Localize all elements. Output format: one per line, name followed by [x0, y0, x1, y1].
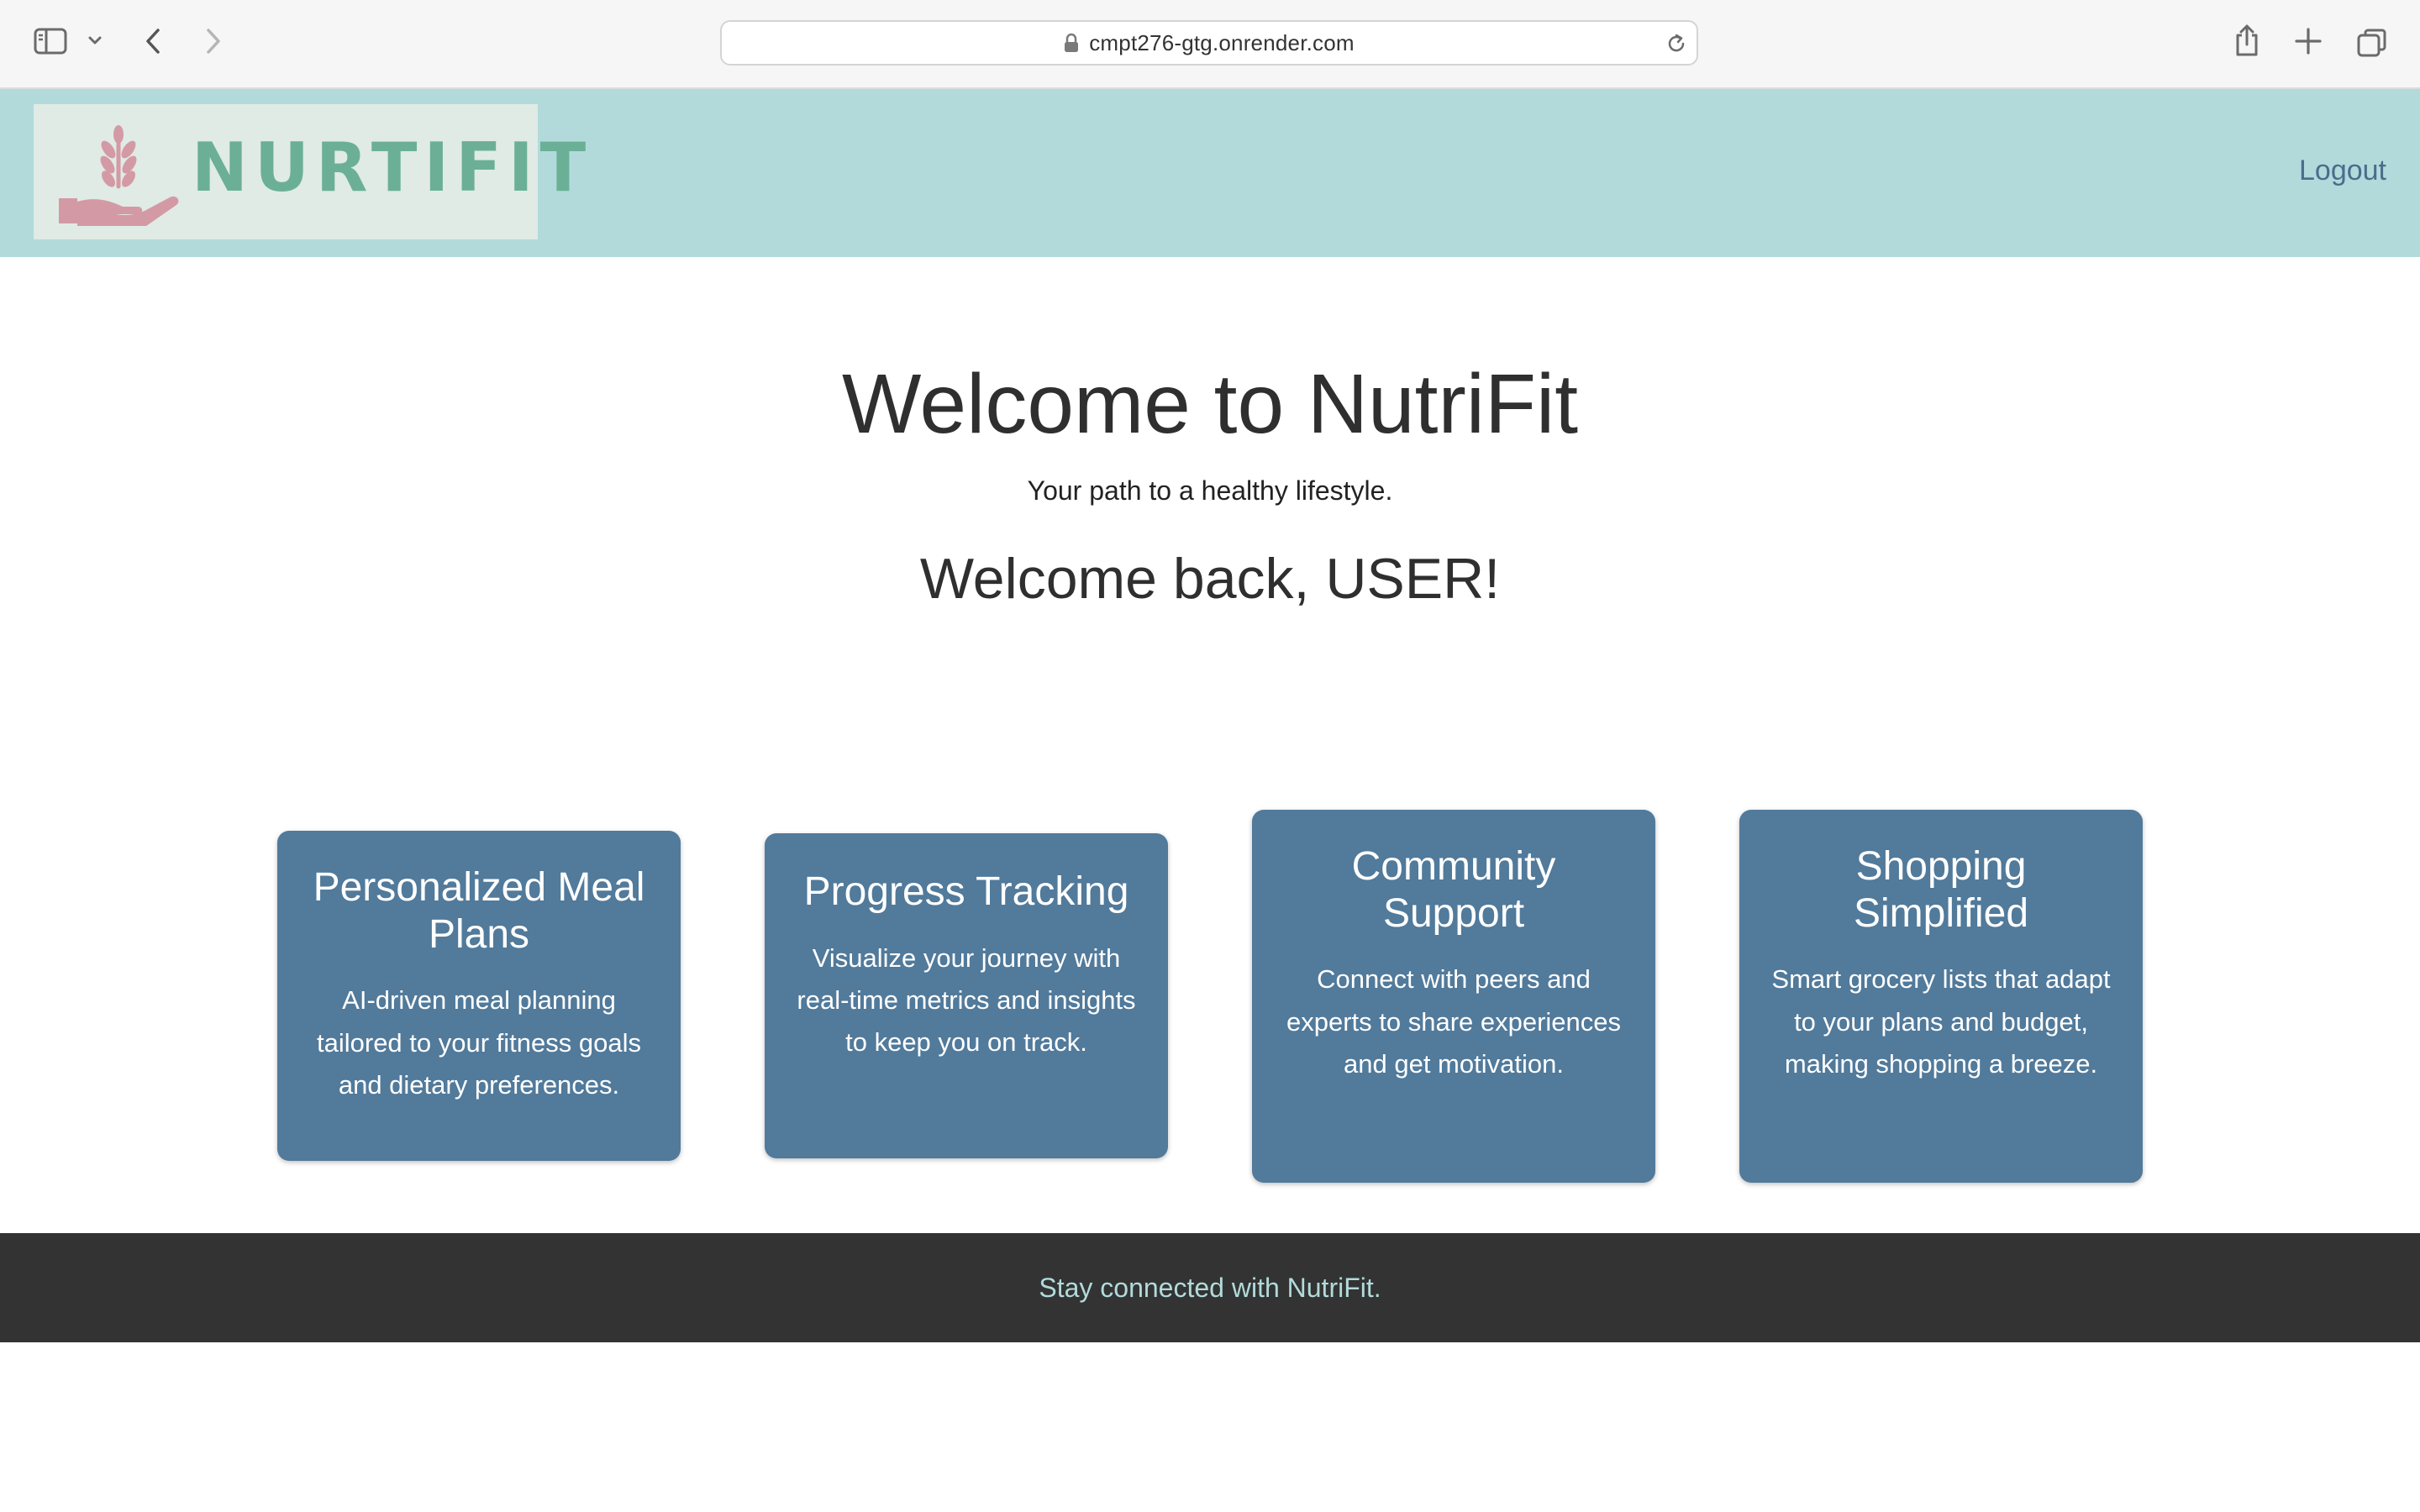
- reload-icon[interactable]: [1665, 32, 1688, 55]
- plus-icon[interactable]: [2294, 27, 2323, 55]
- welcome-back-message: Welcome back, USER!: [919, 547, 1501, 611]
- page-subtitle: Your path to a healthy lifestyle.: [1027, 475, 1393, 506]
- logo-wordmark: NURTIFIT: [192, 129, 593, 207]
- share-icon[interactable]: [2232, 24, 2262, 57]
- address-bar[interactable]: cmpt276-gtg.onrender.com: [720, 20, 1698, 66]
- site-footer: Stay connected with NutriFit.: [0, 1233, 2420, 1342]
- browser-toolbar: cmpt276-gtg.onrender.com: [0, 0, 2420, 89]
- feature-card-title: Personalized Meal Plans: [313, 865, 645, 957]
- site-header: NURTIFIT Logout: [0, 89, 2420, 257]
- feature-card-progress-tracking: Progress Tracking Visualize your journey…: [765, 833, 1168, 1158]
- tabs-icon[interactable]: [2356, 27, 2388, 59]
- url-text: cmpt276-gtg.onrender.com: [1089, 29, 1355, 55]
- feature-card-community-support: Community Support Connect with peers and…: [1252, 810, 1655, 1183]
- logout-link[interactable]: Logout: [2299, 155, 2386, 187]
- feature-card-meal-plans: Personalized Meal Plans AI-driven meal p…: [277, 831, 681, 1161]
- page-title: Welcome to NutriFit: [841, 357, 1579, 451]
- sidebar-icon[interactable]: [34, 27, 67, 55]
- chevron-down-icon[interactable]: [87, 35, 103, 45]
- feature-card-description: Visualize your journey with real-time me…: [797, 942, 1136, 1058]
- forward-icon[interactable]: [203, 27, 224, 55]
- footer-text: Stay connected with NutriFit.: [1039, 1272, 1381, 1303]
- feature-card-title: Community Support: [1351, 844, 1556, 936]
- wheat-hand-icon: [55, 121, 182, 231]
- feature-card-description: Smart grocery lists that adapt to your p…: [1771, 964, 2111, 1079]
- back-icon[interactable]: [143, 27, 163, 55]
- nutrifit-logo[interactable]: NURTIFIT: [34, 104, 586, 239]
- feature-card-shopping-simplified: Shopping Simplified Smart grocery lists …: [1739, 810, 2143, 1183]
- lock-icon: [1064, 33, 1079, 53]
- feature-card-description: Connect with peers and experts to share …: [1286, 964, 1622, 1079]
- feature-card-title: Progress Tracking: [803, 869, 1129, 914]
- feature-card-title: Shopping Simplified: [1853, 844, 2029, 936]
- feature-card-description: AI-driven meal planning tailored to your…: [317, 985, 641, 1100]
